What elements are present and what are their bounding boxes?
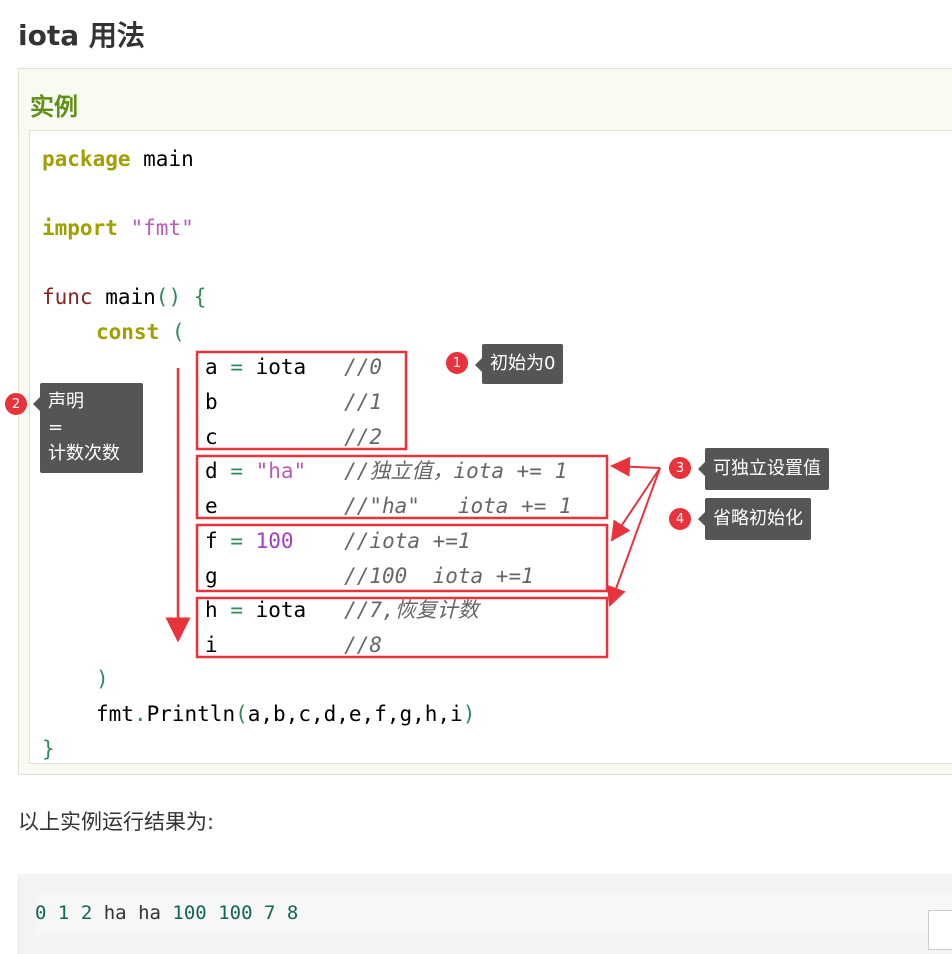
highlight-box-de xyxy=(195,454,609,520)
highlight-box-fg xyxy=(195,523,609,593)
highlight-box-abc xyxy=(195,350,408,451)
arrow-to-hi xyxy=(606,467,661,607)
annotation-badge-1: 1 xyxy=(445,351,469,375)
arrow-to-de xyxy=(610,456,661,477)
annotation-badge-2: 2 xyxy=(4,392,28,416)
annotation-badge-3: 3 xyxy=(668,456,692,480)
annotation-tag-3: 可独立设置值 xyxy=(698,448,829,490)
annotation-badge-4: 4 xyxy=(668,507,692,531)
arrow-to-fg xyxy=(610,467,661,542)
annotation-tag-4: 省略初始化 xyxy=(698,498,811,540)
annotation-tag-1: 初始为0 xyxy=(474,344,564,384)
highlight-box-hi xyxy=(195,596,609,659)
annotation-tag-2: 声明 = 计数次数 xyxy=(33,383,143,473)
